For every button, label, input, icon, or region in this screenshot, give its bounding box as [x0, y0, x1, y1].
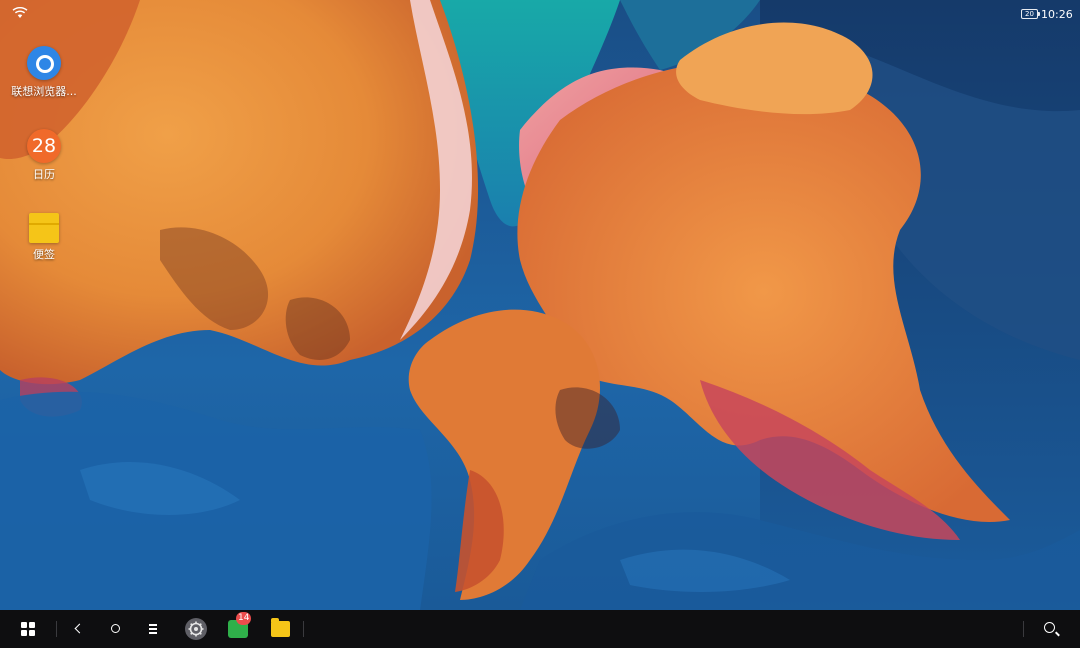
home-icon[interactable]: [107, 610, 125, 648]
desktop-icon-calendar[interactable]: 28 日历: [4, 129, 84, 181]
desktop-icon-notes[interactable]: 便签: [4, 211, 84, 261]
clock: 10:26: [1041, 8, 1073, 21]
battery-icon: 20: [1021, 9, 1040, 19]
desktop-wallpaper: [0, 0, 1080, 610]
taskbar: 14: [0, 610, 1080, 648]
taskbar-divider: [1023, 621, 1024, 637]
desktop-icon-browser[interactable]: 联想浏览器...: [4, 46, 84, 98]
messages-app-button[interactable]: 14: [228, 610, 252, 648]
wifi-icon: [12, 7, 28, 18]
taskbar-divider: [56, 621, 57, 637]
notes-icon: [29, 213, 59, 243]
browser-icon: [27, 46, 61, 80]
desktop-icon-label: 日历: [33, 168, 55, 181]
back-icon[interactable]: [70, 610, 86, 648]
start-menu-button[interactable]: [19, 610, 37, 648]
search-icon[interactable]: [1041, 610, 1061, 648]
taskbar-divider: [303, 621, 304, 637]
desktop-icon-label: 便签: [33, 248, 55, 261]
calendar-icon: 28: [27, 129, 61, 163]
file-manager-button[interactable]: [270, 610, 292, 648]
file-manager-icon: [271, 618, 290, 637]
battery-level: 20: [1025, 10, 1034, 18]
recent-apps-icon[interactable]: [145, 610, 161, 648]
settings-app-button[interactable]: [185, 610, 207, 648]
status-bar: 20 10:26: [0, 0, 1080, 28]
desktop-icon-label: 联想浏览器...: [11, 85, 77, 98]
notification-badge: 14: [236, 612, 252, 625]
settings-icon: [185, 618, 207, 640]
